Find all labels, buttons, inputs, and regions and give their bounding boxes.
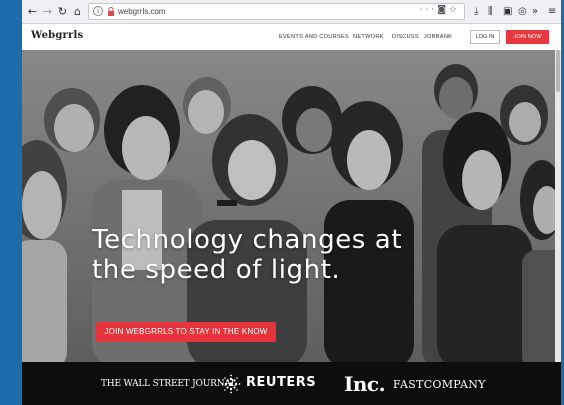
nav-network[interactable]: NETWORK [353,34,384,40]
bookmark-star-icon[interactable]: ☆ [449,5,460,15]
library-icon[interactable]: ⫼ [488,4,493,19]
url-text: webgrrls.com [118,7,166,16]
inc-logo: Inc. [344,372,386,396]
nav-events-and-courses[interactable]: EVENTS AND COURSES [279,34,349,40]
browser-window: ← → ↻ ⌂ i webgrrls.com ···◙☆ ⤓ ⫼ ▣ ◎ » ≡… [22,0,561,405]
menu-icon[interactable]: ≡ [548,4,556,19]
overflow-icon[interactable]: » [532,4,538,19]
page-scrollbar-thumb[interactable] [556,50,560,92]
hero-headline-line2: the speed of light. [92,255,341,285]
hero-group-photo [22,50,555,362]
sidebar-icon[interactable]: ▣ [503,4,512,19]
more-icon[interactable]: ··· [420,5,438,15]
info-icon[interactable]: i [93,6,103,16]
downloads-icon[interactable]: ⤓ [474,4,478,19]
wsj-logo: THE WALL STREET JOURNAL [101,379,237,389]
browser-toolbar: ← → ↻ ⌂ i webgrrls.com ···◙☆ ⤓ ⫼ ▣ ◎ » ≡ [22,0,561,24]
pocket-icon[interactable]: ◙ [437,5,449,15]
reload-icon[interactable]: ↻ [55,4,70,19]
page-scrollbar[interactable] [555,50,561,362]
lock-icon [108,7,114,16]
nav-discuss[interactable]: DISCUSS [392,34,419,40]
back-icon[interactable]: ← [25,4,40,19]
hero-headline-line1: Technology changes at [92,225,403,255]
site-header: Webgrrls EVENTS AND COURSES NETWORK DISC… [22,24,561,50]
reuters-icon [221,374,241,394]
join-webgrrls-cta-button[interactable]: JOIN WEBGRRLS TO STAY IN THE KNOW [96,322,276,342]
join-now-button[interactable]: JOIN NOW [506,30,549,44]
url-actions: ···◙☆ [420,5,460,15]
home-icon[interactable]: ⌂ [70,4,85,19]
nav-jobbank[interactable]: JOBBANK [424,34,452,40]
press-logos-bar: THE WALL STREET JOURNAL REUTERS Inc. FAS… [22,362,561,405]
hero-section: Technology changes at the speed of light… [22,50,555,362]
url-bar[interactable]: i webgrrls.com ···◙☆ [88,3,465,20]
login-button[interactable]: LOG IN [470,30,500,44]
reuters-logo: REUTERS [246,375,317,390]
forward-icon[interactable]: → [40,4,55,19]
hero-headline: Technology changes at the speed of light… [92,225,402,285]
desktop-background-left [0,0,22,405]
fast-company-logo: FASTCOMPANY [393,378,486,391]
site-logo[interactable]: Webgrrls [31,30,83,41]
sync-icon[interactable]: ◎ [518,4,527,19]
